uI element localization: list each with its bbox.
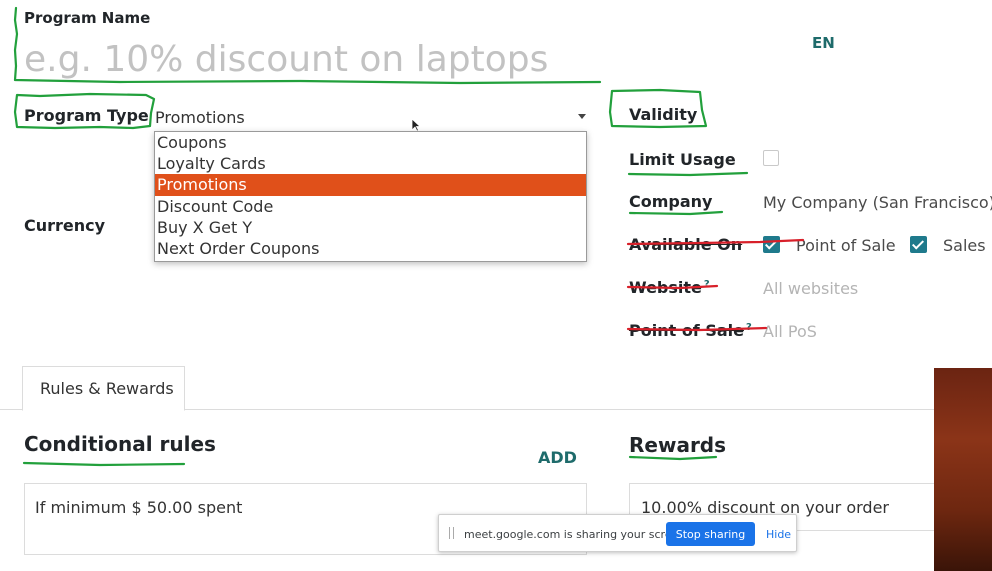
option-buy-x-get-y[interactable]: Buy X Get Y [155,217,586,238]
currency-label: Currency [24,216,106,235]
annotation-conditional-rules [22,461,186,467]
drag-handle-icon[interactable] [449,527,454,539]
point-of-sale-field[interactable]: All PoS [763,322,817,341]
limit-usage-checkbox[interactable] [763,150,779,166]
share-message: meet.google.com is sharing your screen. [464,528,689,541]
website-label-text: Website [629,278,702,297]
annotation-limit-usage [627,171,749,177]
program-type-value: Promotions [155,108,245,127]
limit-usage-label: Limit Usage [629,150,736,169]
option-loyalty-cards[interactable]: Loyalty Cards [155,153,586,174]
program-type-dropdown: Coupons Loyalty Cards Promotions Discoun… [154,131,587,262]
point-of-sale-label-text: Point of Sale [629,321,744,340]
point-of-sale-checkbox[interactable] [763,236,780,253]
program-name-input[interactable] [14,32,614,86]
rule-text: If minimum $ 50.00 spent [35,498,243,517]
program-name-label: Program Name [24,9,151,27]
validity-title: Validity [629,105,698,124]
option-next-order-coupons[interactable]: Next Order Coupons [155,238,586,259]
mouse-cursor-icon [411,118,421,132]
program-type-label: Program Type [24,106,149,125]
rewards-title: Rewards [629,433,727,457]
point-of-sale-checkbox-label: Point of Sale [796,236,896,255]
website-label: Website? [629,278,710,297]
annotation-rewards [628,455,718,461]
screen-share-bar: meet.google.com is sharing your screen. … [438,514,797,552]
program-type-select[interactable]: Promotions [154,102,592,128]
chevron-down-icon [578,114,586,119]
company-field[interactable]: My Company (San Francisco) [763,193,992,212]
point-of-sale-label: Point of Sale? [629,321,752,340]
available-on-label: Available On [629,235,743,254]
website-field[interactable]: All websites [763,279,858,298]
webcam-overlay [934,368,992,571]
tab-rules-rewards-label: Rules & Rewards [40,379,174,398]
add-rule-button[interactable]: ADD [538,448,577,467]
stop-sharing-button[interactable]: Stop sharing [666,522,755,546]
conditional-rules-title: Conditional rules [24,432,216,456]
company-label: Company [629,192,713,211]
tab-rules-rewards[interactable]: Rules & Rewards [22,366,185,411]
option-promotions[interactable]: Promotions [155,174,586,196]
option-coupons[interactable]: Coupons [155,132,586,153]
help-icon[interactable]: ? [746,322,752,333]
option-discount-code[interactable]: Discount Code [155,196,586,217]
sales-checkbox-label: Sales [943,236,986,255]
hide-button[interactable]: Hide [766,528,791,541]
sales-checkbox[interactable] [910,236,927,253]
language-button[interactable]: EN [812,34,835,52]
annotation-company [628,210,724,216]
help-icon[interactable]: ? [704,279,710,290]
